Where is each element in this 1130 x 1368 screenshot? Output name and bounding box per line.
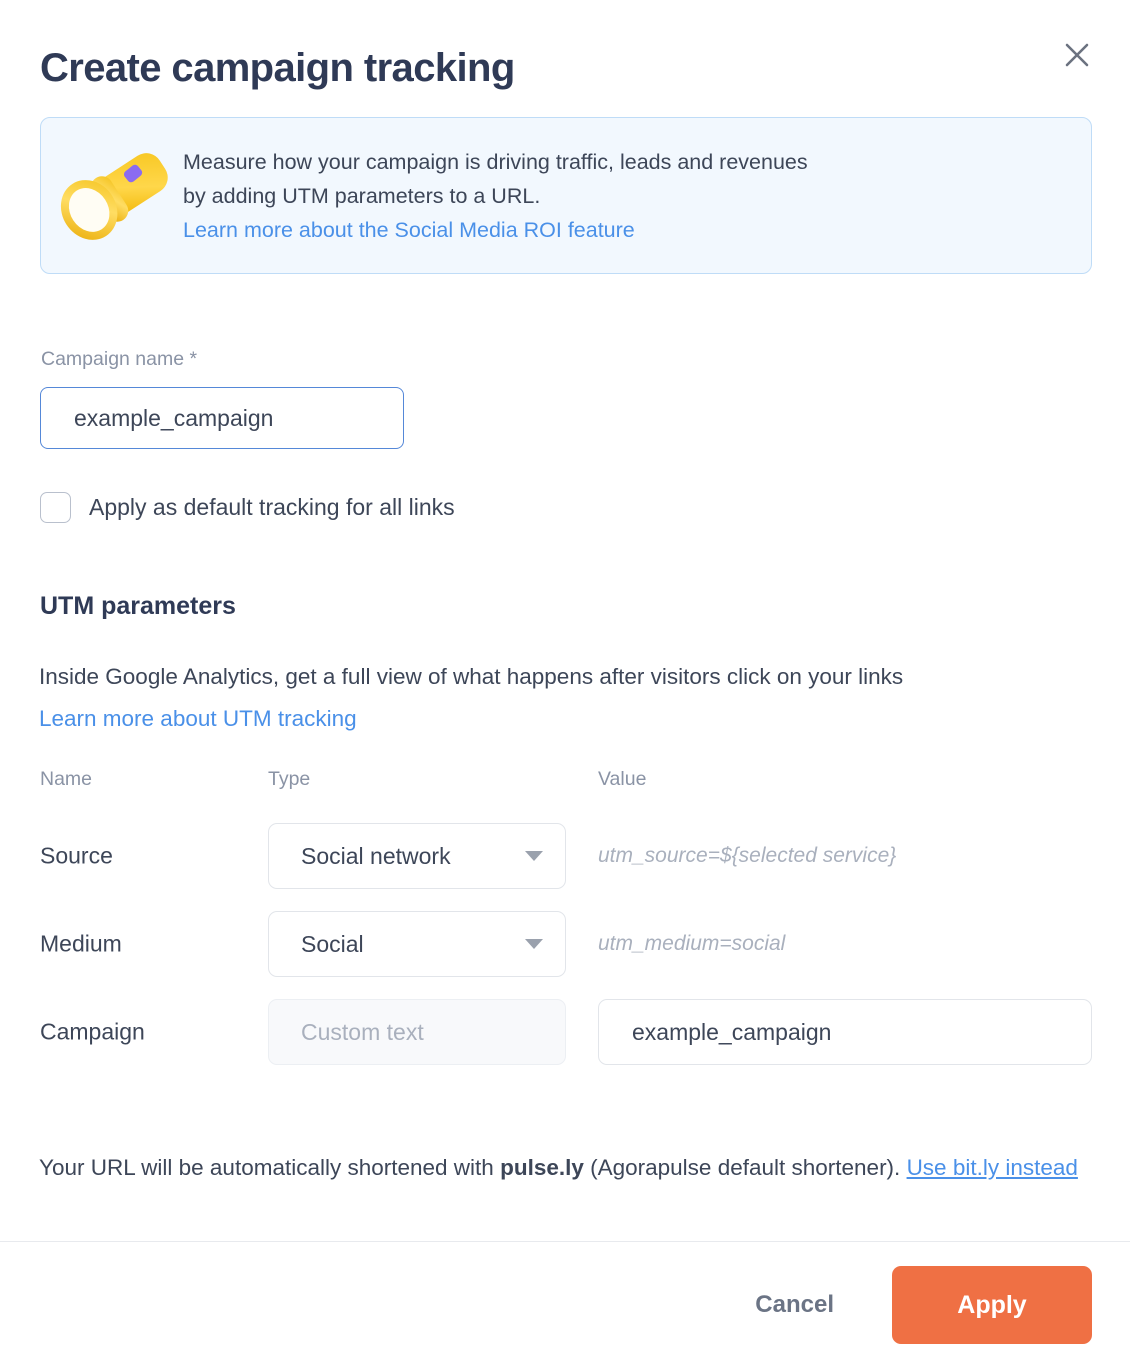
url-shortener-note: Your URL will be automatically shortened… — [39, 1151, 1079, 1185]
table-row: Campaign Custom text — [0, 988, 1130, 1076]
column-header-name: Name — [40, 768, 93, 790]
close-icon — [1062, 40, 1092, 70]
medium-value-hint: utm_medium=social — [598, 932, 786, 955]
table-row: Source Social network utm_source=${selec… — [0, 812, 1130, 900]
column-header-type: Type — [268, 768, 311, 790]
campaign-name-input[interactable] — [40, 387, 404, 449]
flashlight-icon — [41, 144, 191, 248]
campaign-value-input[interactable] — [598, 999, 1092, 1065]
utm-tracking-link[interactable]: Learn more about UTM tracking — [39, 706, 357, 732]
shortener-brand: pulse.ly — [500, 1154, 584, 1180]
campaign-type-value: Custom text — [301, 1018, 424, 1045]
utm-parameters-table: Name Type Value Source Social network ut… — [0, 768, 1130, 1076]
source-type-value: Social network — [301, 842, 451, 869]
source-value-hint: utm_source=${selected service} — [598, 844, 897, 867]
chevron-down-icon — [525, 851, 543, 861]
campaign-type-select: Custom text — [268, 999, 566, 1065]
table-row: Medium Social utm_medium=social — [0, 900, 1130, 988]
medium-type-select[interactable]: Social — [268, 911, 566, 977]
shortener-text-after: (Agorapulse default shortener). — [583, 1154, 907, 1180]
chevron-down-icon — [525, 939, 543, 949]
campaign-name-label: Campaign name * — [41, 348, 198, 370]
apply-default-tracking-checkbox[interactable]: Apply as default tracking for all links — [40, 492, 455, 523]
shortener-text-before: Your URL will be automatically shortened… — [39, 1154, 501, 1180]
utm-section-title: UTM parameters — [40, 592, 236, 620]
banner-text: Measure how your campaign is driving tra… — [183, 145, 848, 247]
row-label-campaign: Campaign — [40, 1018, 145, 1045]
banner-text-line2: by adding UTM parameters to a URL. — [183, 183, 541, 208]
row-label-medium: Medium — [40, 930, 122, 957]
table-header: Name Type Value — [0, 768, 1130, 812]
cancel-button[interactable]: Cancel — [749, 1281, 840, 1329]
source-type-select[interactable]: Social network — [268, 823, 566, 889]
dialog-footer: Cancel Apply — [0, 1242, 1130, 1368]
page-title: Create campaign tracking — [40, 46, 515, 90]
medium-type-value: Social — [301, 930, 364, 957]
social-media-roi-link[interactable]: Learn more about the Social Media ROI fe… — [183, 213, 635, 247]
apply-button[interactable]: Apply — [892, 1266, 1092, 1344]
checkbox-box[interactable] — [40, 492, 71, 523]
utm-section-description: Inside Google Analytics, get a full view… — [39, 663, 904, 689]
banner-text-line1: Measure how your campaign is driving tra… — [183, 149, 808, 174]
column-header-value: Value — [598, 768, 647, 790]
close-dialog-button[interactable] — [1060, 38, 1094, 72]
use-bitly-link[interactable]: Use bit.ly instead — [907, 1155, 1078, 1180]
row-label-source: Source — [40, 842, 113, 869]
apply-default-tracking-label: Apply as default tracking for all links — [89, 494, 455, 520]
info-banner: Measure how your campaign is driving tra… — [40, 117, 1092, 274]
